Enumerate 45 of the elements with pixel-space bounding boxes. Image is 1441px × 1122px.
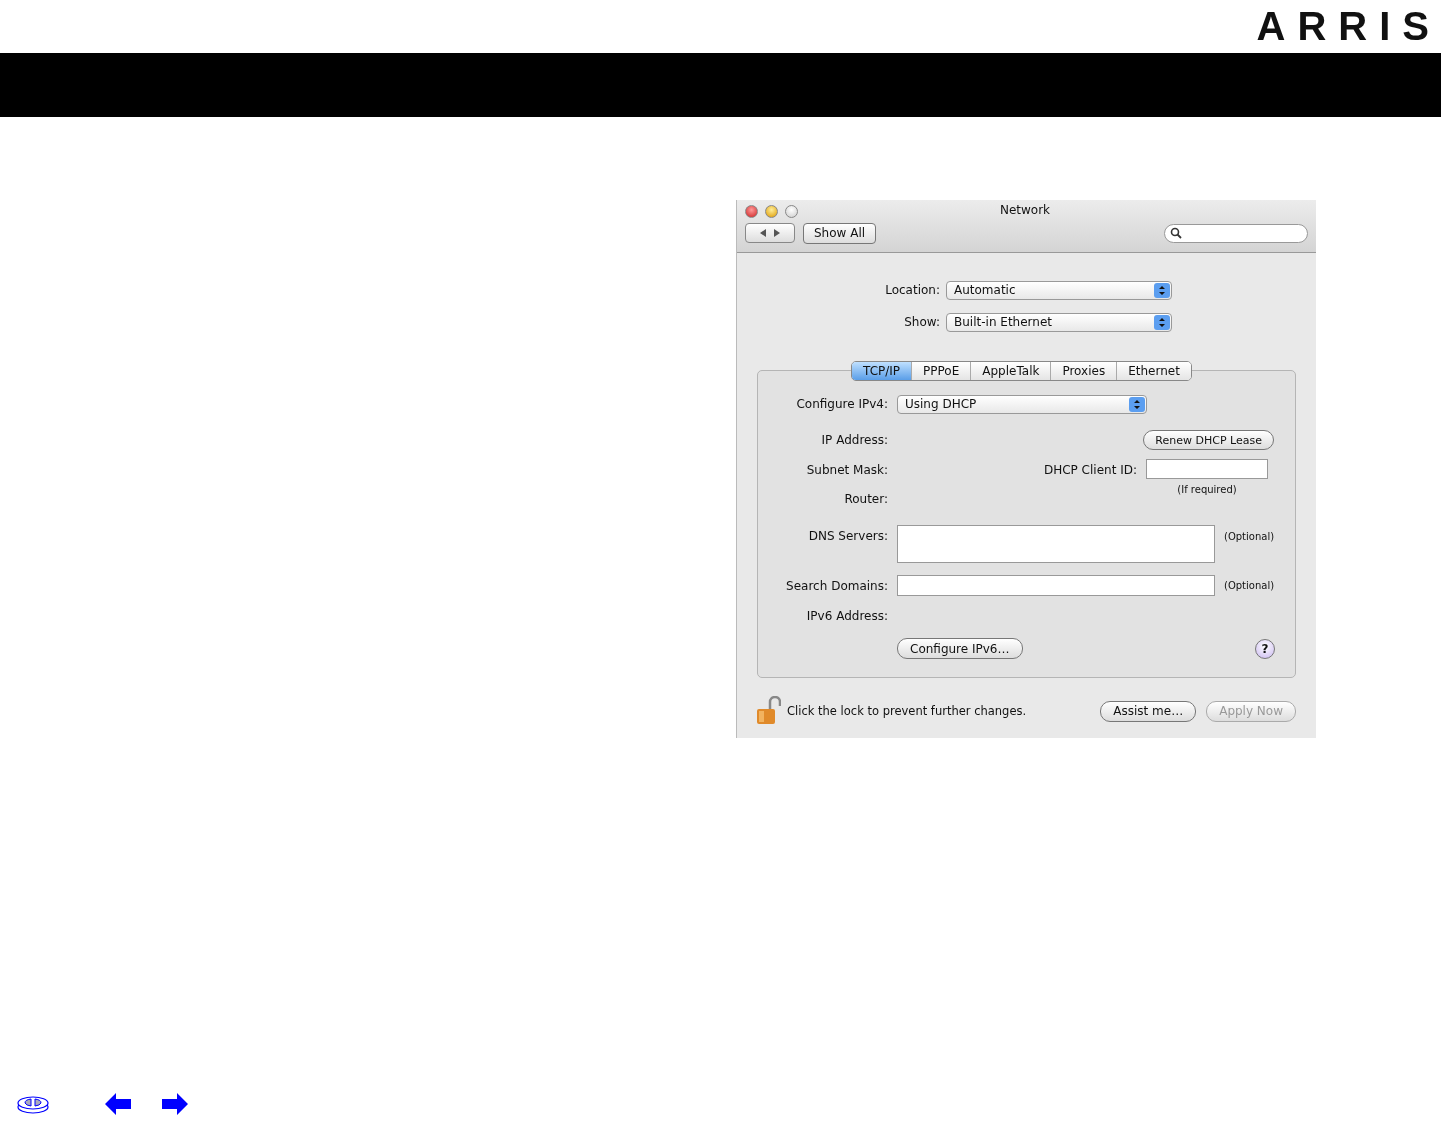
field-label: DHCP Client ID: <box>1043 462 1137 477</box>
configure-ipv6-button[interactable]: Configure IPv6… <box>897 638 1023 659</box>
lock-message: Click the lock to prevent further changes. <box>787 704 1027 718</box>
minimize-icon[interactable] <box>765 204 778 218</box>
close-icon[interactable] <box>745 204 758 218</box>
padlock-icon[interactable] <box>755 696 781 726</box>
field-label: IPv6 Address: <box>805 609 888 623</box>
hint-text: (If required) <box>1177 484 1237 495</box>
field-label: Search Domains: <box>785 578 888 593</box>
dropdown-arrows-icon <box>1129 396 1145 412</box>
hint-text: (Optional) <box>1224 580 1275 591</box>
location-dropdown[interactable]: Automatic <box>946 280 1172 300</box>
dropdown-arrows-icon <box>1154 314 1170 330</box>
next-page-icon[interactable] <box>161 1092 189 1116</box>
dns-servers-field[interactable] <box>897 525 1215 563</box>
tab[interactable]: Proxies <box>1051 362 1118 380</box>
field-label: Subnet Mask: <box>805 462 888 477</box>
client-id-field[interactable] <box>1146 459 1268 479</box>
field-label: Configure IPv4: <box>795 397 888 411</box>
window-title: Network <box>998 203 1052 217</box>
previous-page-icon[interactable] <box>104 1092 132 1116</box>
home-icon[interactable] <box>16 1093 50 1115</box>
help-button[interactable]: ? <box>1255 638 1275 659</box>
search-field[interactable] <box>1164 223 1308 243</box>
tab[interactable]: AppleTalk <box>971 362 1052 380</box>
tab[interactable]: TCP/IP <box>852 362 913 380</box>
zoom-icon[interactable] <box>785 204 798 218</box>
show-all-button[interactable]: Show All <box>803 222 877 244</box>
renew-lease-button[interactable]: Renew DHCP Lease <box>1143 430 1274 450</box>
search-icon <box>1170 227 1182 239</box>
show-dropdown[interactable]: Built-in Ethernet <box>946 312 1172 332</box>
configure-ipv4-dropdown[interactable]: Using DHCP <box>897 394 1147 414</box>
tab[interactable]: PPPoE <box>912 362 972 380</box>
dropdown-arrows-icon <box>1154 282 1170 298</box>
field-label: IP Address: <box>820 433 888 447</box>
action-button[interactable]: Assist me… <box>1100 700 1197 722</box>
field-label: Router: <box>843 492 888 506</box>
field-label: Location: <box>884 283 940 297</box>
tab[interactable]: Ethernet <box>1117 362 1191 380</box>
field-label: Show: <box>903 315 940 329</box>
field-label: DNS Servers: <box>807 528 888 543</box>
brand-logo: ARRIS <box>1256 3 1441 49</box>
back-forward-button[interactable] <box>745 223 795 243</box>
hint-text: (Optional) <box>1224 530 1275 542</box>
search-domains-field[interactable] <box>897 575 1215 596</box>
